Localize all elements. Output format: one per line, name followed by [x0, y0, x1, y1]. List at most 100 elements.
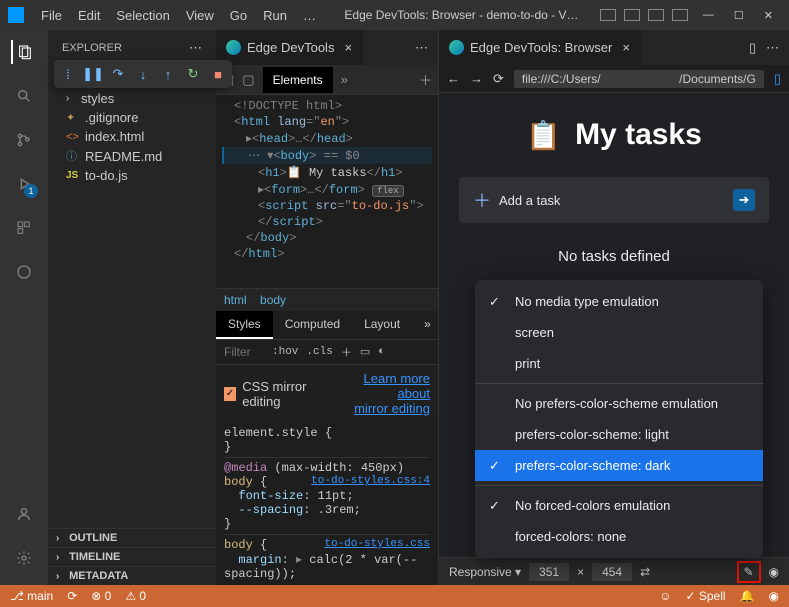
menu-file[interactable]: File — [34, 5, 69, 26]
dom-form[interactable]: ▸<form>…</form> flex — [222, 181, 432, 198]
css-source-link2[interactable]: to-do-styles.css — [324, 538, 430, 550]
menu-more[interactable]: … — [296, 5, 323, 26]
rendering-icon[interactable]: ◐ — [378, 346, 385, 358]
mirror-checkbox[interactable]: ✓ — [224, 387, 236, 401]
tab-edge-devtools[interactable]: Edge DevTools × — [216, 30, 363, 65]
section-timeline[interactable]: › TIMELINE — [48, 547, 216, 566]
error-indicator[interactable]: ⊗ 0 — [91, 589, 111, 603]
tab-more-icon[interactable]: ⋯ — [415, 40, 428, 56]
url-bar[interactable]: file:///C:/Users//Documents/G — [514, 70, 764, 88]
rendering-toggle-button[interactable]: ✎ — [737, 561, 761, 583]
explorer-icon[interactable] — [11, 40, 35, 64]
drag-handle-icon[interactable]: ⁞ — [57, 63, 79, 85]
broadcast-icon[interactable]: ◉ — [769, 589, 779, 603]
edge-icon[interactable] — [12, 260, 36, 284]
nav-forward-icon[interactable]: → — [470, 71, 483, 86]
sidebar-more-icon[interactable]: ⋯ — [189, 40, 202, 56]
open-devtools-icon[interactable]: ▯ — [774, 71, 781, 87]
more-panels-icon[interactable]: » — [341, 72, 348, 87]
search-icon[interactable] — [12, 84, 36, 108]
styles-filter-input[interactable] — [224, 345, 264, 359]
tree-item-index[interactable]: <>index.html — [48, 127, 216, 146]
bell-icon[interactable]: 🔔 — [740, 589, 755, 603]
mirror-link2[interactable]: mirror editing — [354, 401, 430, 416]
menu-run[interactable]: Run — [256, 5, 294, 26]
height-input[interactable] — [592, 563, 632, 581]
close-button[interactable]: ✕ — [764, 9, 773, 22]
nav-back-icon[interactable]: ← — [447, 71, 460, 86]
device-mode-dropdown[interactable]: Responsive ▾ — [449, 565, 521, 579]
source-control-icon[interactable] — [12, 128, 36, 152]
sync-indicator[interactable]: ⟳ — [67, 589, 77, 603]
flex-badge[interactable]: flex — [372, 185, 404, 197]
tab-elements[interactable]: Elements — [263, 67, 333, 93]
popup-screen[interactable]: screen — [475, 317, 763, 348]
tab-browser[interactable]: Edge DevTools: Browser × — [439, 30, 641, 65]
popup-forced-none[interactable]: forced-colors: none — [475, 521, 763, 552]
tab-computed[interactable]: Computed — [273, 311, 352, 339]
dom-body[interactable]: ⋯ ▾<body> == $0 — [222, 147, 432, 164]
dom-script[interactable]: <script src="to-do.js"> — [222, 198, 432, 214]
popup-scheme-light[interactable]: prefers-color-scheme: light — [475, 419, 763, 450]
dom-body-close[interactable]: </body> — [222, 230, 432, 246]
dom-html[interactable]: <html lang="en"> — [222, 114, 432, 130]
maximize-button[interactable]: ☐ — [734, 9, 744, 22]
nav-reload-icon[interactable]: ⟳ — [493, 71, 504, 87]
dom-tree[interactable]: <!DOCTYPE html> <html lang="en"> ▸<head>… — [216, 95, 438, 288]
tree-item-readme[interactable]: ⓘREADME.md — [48, 146, 216, 166]
tab-styles[interactable]: Styles — [216, 311, 273, 339]
menu-edit[interactable]: Edit — [71, 5, 107, 26]
dom-doctype[interactable]: <!DOCTYPE html> — [222, 98, 432, 114]
minimize-button[interactable]: — — [703, 9, 714, 22]
layout-4-icon[interactable] — [672, 9, 688, 21]
tab-layout[interactable]: Layout — [352, 311, 412, 339]
account-icon[interactable] — [12, 502, 36, 526]
tab-more-icon[interactable]: ⋯ — [766, 40, 779, 56]
menu-selection[interactable]: Selection — [109, 5, 176, 26]
tree-item-gitignore[interactable]: ✦.gitignore — [48, 108, 216, 127]
popup-no-media[interactable]: ✓No media type emulation — [475, 286, 763, 317]
extensions-icon[interactable] — [12, 216, 36, 240]
tree-item-styles[interactable]: ›styles — [48, 89, 216, 108]
add-task-row[interactable]: ＋ Add a task ➜ — [459, 177, 769, 223]
hov-button[interactable]: :hov — [272, 346, 298, 358]
crumb-html[interactable]: html — [224, 293, 247, 307]
tab-close-icon[interactable]: × — [344, 40, 352, 55]
crumb-body[interactable]: body — [260, 293, 286, 307]
device-icon[interactable]: ▢ — [242, 72, 254, 88]
debug-icon[interactable]: 1 — [12, 172, 36, 196]
layout-1-icon[interactable] — [600, 9, 616, 21]
cls-button[interactable]: .cls — [306, 346, 332, 358]
popup-scheme-dark[interactable]: ✓prefers-color-scheme: dark — [475, 450, 763, 481]
spell-indicator[interactable]: ✓ Spell — [685, 589, 725, 603]
section-metadata[interactable]: › METADATA — [48, 566, 216, 585]
menu-go[interactable]: Go — [223, 5, 254, 26]
pause-button[interactable]: ❚❚ — [82, 63, 104, 85]
step-over-button[interactable]: ↷ — [107, 63, 129, 85]
popup-no-forced[interactable]: ✓No forced-colors emulation — [475, 490, 763, 521]
warning-indicator[interactable]: ⚠ 0 — [125, 589, 146, 603]
submit-task-button[interactable]: ➜ — [733, 189, 755, 211]
popup-no-scheme[interactable]: No prefers-color-scheme emulation — [475, 388, 763, 419]
layout-2-icon[interactable] — [624, 9, 640, 21]
tab-close-icon[interactable]: × — [622, 40, 630, 55]
step-into-button[interactable]: ↓ — [132, 63, 154, 85]
layout-3-icon[interactable] — [648, 9, 664, 21]
dom-head[interactable]: ▸<head>…</head> — [222, 130, 432, 147]
step-out-button[interactable]: ↑ — [157, 63, 179, 85]
feedback-icon[interactable]: ☺ — [659, 589, 671, 603]
css-source-link[interactable]: to-do-styles.css:4 — [311, 475, 430, 487]
dock-icon[interactable]: ▭ — [360, 345, 370, 359]
tree-item-todojs[interactable]: JSto-do.js — [48, 166, 216, 185]
dom-h1[interactable]: <h1>📋 My tasks</h1> — [222, 164, 432, 181]
menu-view[interactable]: View — [179, 5, 221, 26]
css-rules[interactable]: element.style { } @media (max-width: 450… — [216, 422, 438, 585]
width-input[interactable] — [529, 563, 569, 581]
split-icon[interactable]: ▯ — [749, 40, 756, 56]
branch-indicator[interactable]: ⎇ main — [10, 589, 53, 603]
settings-icon[interactable] — [12, 546, 36, 570]
new-style-icon[interactable]: ＋ — [341, 344, 352, 360]
restart-button[interactable]: ↻ — [182, 63, 204, 85]
more-icon[interactable]: ◉ — [769, 565, 779, 579]
rotate-icon[interactable]: ⇄ — [640, 565, 650, 579]
